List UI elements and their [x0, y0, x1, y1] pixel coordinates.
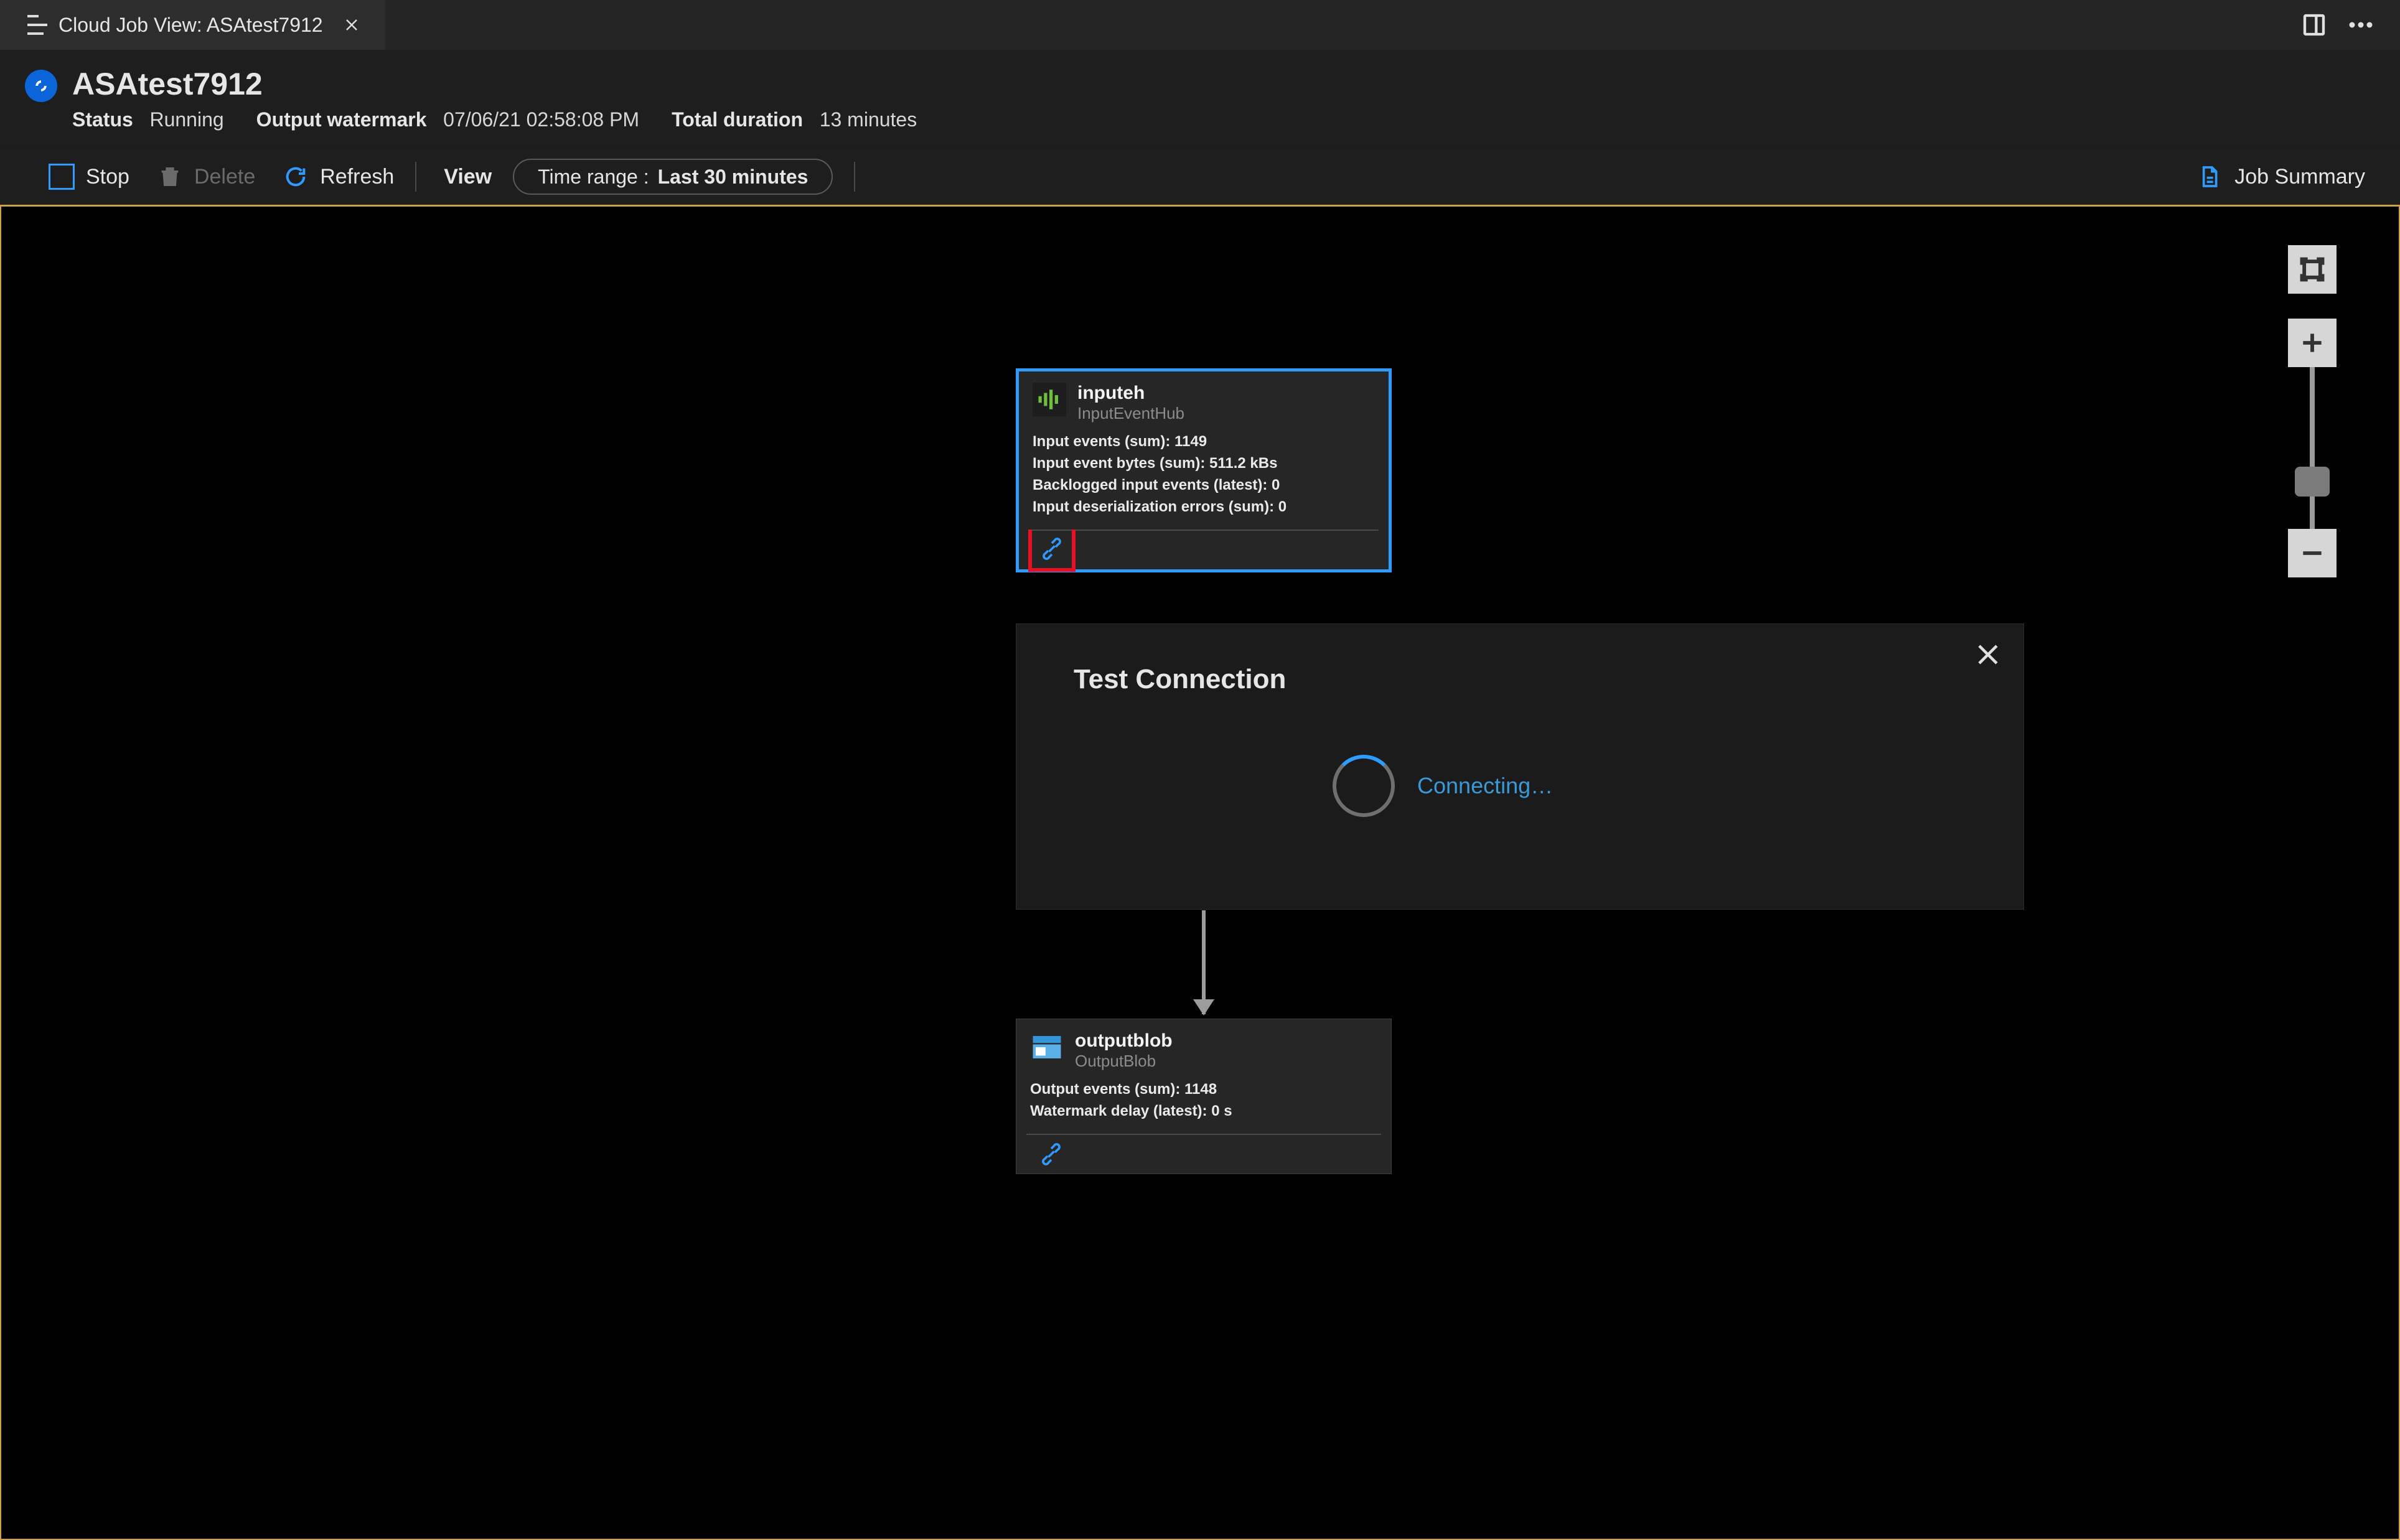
dialog-status: Connecting… [1417, 773, 1553, 799]
tab-title: Cloud Job View: ASAtest7912 [59, 14, 323, 37]
test-connection-button[interactable] [1028, 530, 1076, 572]
stop-icon [49, 164, 75, 190]
document-icon [2196, 164, 2222, 190]
zoom-controls [2288, 245, 2337, 577]
status-value: Running [149, 108, 223, 131]
job-title: ASAtest7912 [72, 66, 917, 102]
status-label: Status [72, 108, 133, 131]
trash-icon [157, 164, 183, 190]
diagram-canvas[interactable]: inputeh InputEventHub Input events (sum)… [0, 205, 2400, 1540]
close-tab-button[interactable] [338, 11, 365, 39]
time-range-label: Time range : [538, 166, 649, 189]
watermark-value: 07/06/21 02:58:08 PM [443, 108, 639, 131]
view-label[interactable]: View [444, 165, 492, 189]
refresh-icon [283, 164, 309, 190]
toolbar-separator [854, 162, 855, 192]
test-connection-button[interactable] [1028, 1135, 1075, 1174]
dialog-title: Test Connection [1016, 624, 2023, 695]
input-node[interactable]: inputeh InputEventHub Input events (sum)… [1016, 368, 1392, 572]
test-connection-dialog: Test Connection Connecting… [1016, 623, 2024, 910]
zoom-slider-track[interactable] [2310, 367, 2315, 529]
job-meta: Status Running Output watermark 07/06/21… [72, 108, 917, 131]
stream-analytics-icon [25, 70, 57, 102]
zoom-out-button[interactable] [2288, 529, 2337, 577]
duration-value: 13 minutes [820, 108, 917, 131]
flow-arrow [1202, 908, 1206, 1014]
blob-storage-icon [1030, 1030, 1064, 1064]
tab-document-icon [27, 15, 47, 35]
watermark-label: Output watermark [256, 108, 427, 131]
job-header: ASAtest7912 Status Running Output waterm… [0, 50, 2400, 149]
zoom-fit-button[interactable] [2288, 245, 2337, 294]
output-node-metrics: Output events (sum): 1148 Watermark dela… [1016, 1074, 1391, 1131]
job-summary-button[interactable]: Job Summary [2196, 164, 2365, 190]
close-dialog-button[interactable] [1975, 642, 2001, 668]
input-node-metrics: Input events (sum): 1149 Input event byt… [1019, 426, 1389, 526]
duration-label: Total duration [672, 108, 803, 131]
zoom-slider-thumb[interactable] [2295, 467, 2330, 497]
time-range-pill[interactable]: Time range : Last 30 minutes [513, 159, 833, 195]
loading-spinner-icon [1333, 755, 1395, 817]
output-node-subtitle: OutputBlob [1075, 1052, 1173, 1071]
output-node-title: outputblob [1075, 1030, 1173, 1052]
editor-tab[interactable]: Cloud Job View: ASAtest7912 [0, 0, 385, 50]
refresh-button[interactable]: Refresh [283, 164, 394, 190]
zoom-in-button[interactable] [2288, 319, 2337, 367]
time-range-value: Last 30 minutes [658, 166, 809, 189]
toolbar-separator [415, 162, 416, 192]
event-hub-icon [1033, 383, 1066, 416]
delete-button: Delete [157, 164, 255, 190]
editor-tabbar: Cloud Job View: ASAtest7912 [0, 0, 2400, 50]
input-node-subtitle: InputEventHub [1077, 404, 1184, 423]
split-editor-icon[interactable] [2302, 12, 2327, 37]
more-actions-icon[interactable] [2349, 22, 2373, 28]
output-node[interactable]: outputblob OutputBlob Output events (sum… [1016, 1019, 1392, 1174]
input-node-title: inputeh [1077, 383, 1184, 404]
job-toolbar: Stop Delete Refresh View Time range : La… [0, 149, 2400, 205]
stop-button[interactable]: Stop [49, 164, 129, 190]
